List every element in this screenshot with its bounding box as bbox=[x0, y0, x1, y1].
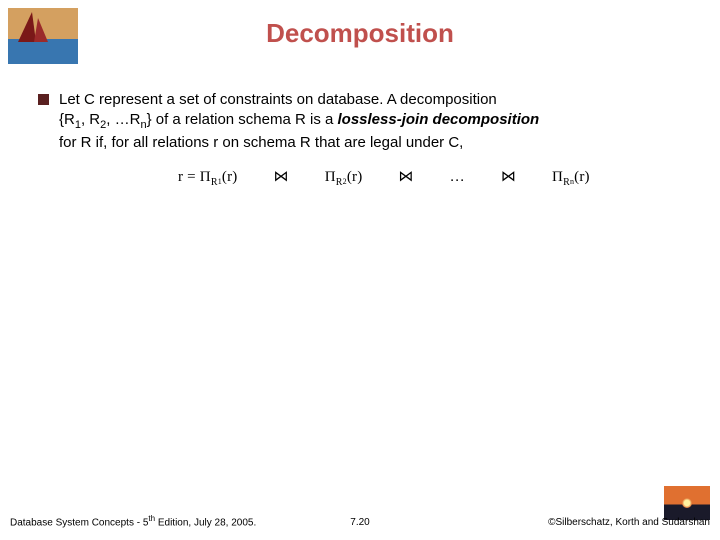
bullet-item: Let C represent a set of constraints on … bbox=[38, 90, 692, 153]
R2-R: R bbox=[336, 177, 343, 188]
join-icon-3: ⋈ bbox=[491, 169, 526, 185]
lossless-term: lossless-join decomposition bbox=[338, 111, 540, 128]
R1-R: R bbox=[211, 177, 218, 188]
bullet-text: Let C represent a set of constraints on … bbox=[59, 90, 539, 153]
text-comma1: , R bbox=[81, 111, 100, 128]
pi-2: Π bbox=[325, 169, 336, 185]
footer-page-number: 7.20 bbox=[350, 517, 369, 528]
pi-n: Π bbox=[552, 169, 563, 185]
logo-sailboat-image bbox=[8, 8, 78, 64]
slide-content: Let C represent a set of constraints on … bbox=[38, 90, 692, 188]
Rn-R: R bbox=[563, 177, 570, 188]
text-braces-open: {R bbox=[59, 111, 75, 128]
ofr-2: (r) bbox=[347, 169, 363, 185]
bullet-square-icon bbox=[38, 94, 49, 105]
join-icon-1: ⋈ bbox=[263, 169, 298, 185]
r-equals: r = bbox=[178, 169, 200, 185]
text-line1: Let C represent a set of constraints on … bbox=[59, 91, 497, 108]
text-braces-close: } of a relation schema R is a bbox=[147, 111, 338, 128]
text-line3: for R if, for all relations r on schema … bbox=[59, 134, 463, 151]
footer-left: Database System Concepts - 5th Edition, … bbox=[10, 514, 256, 528]
ofr-n: (r) bbox=[574, 169, 590, 185]
sail-shape-2 bbox=[34, 18, 48, 42]
slide-title: Decomposition bbox=[0, 0, 720, 49]
join-icon-2: ⋈ bbox=[388, 169, 423, 185]
formula-line: r = ΠR1(r)⋈ΠR2(r)⋈…⋈ΠRn(r) bbox=[38, 167, 692, 188]
pi-1: Π bbox=[200, 169, 211, 185]
footer-copyright: ©Silberschatz, Korth and Sudarshan bbox=[548, 517, 710, 528]
slide-footer: Database System Concepts - 5th Edition, … bbox=[0, 492, 720, 532]
text-comma2: , …R bbox=[106, 111, 140, 128]
ofr-1: (r) bbox=[222, 169, 238, 185]
footer-left-b: Edition, July 28, 2005. bbox=[155, 517, 256, 528]
footer-left-a: Database System Concepts - 5 bbox=[10, 517, 148, 528]
dots: … bbox=[450, 169, 465, 185]
